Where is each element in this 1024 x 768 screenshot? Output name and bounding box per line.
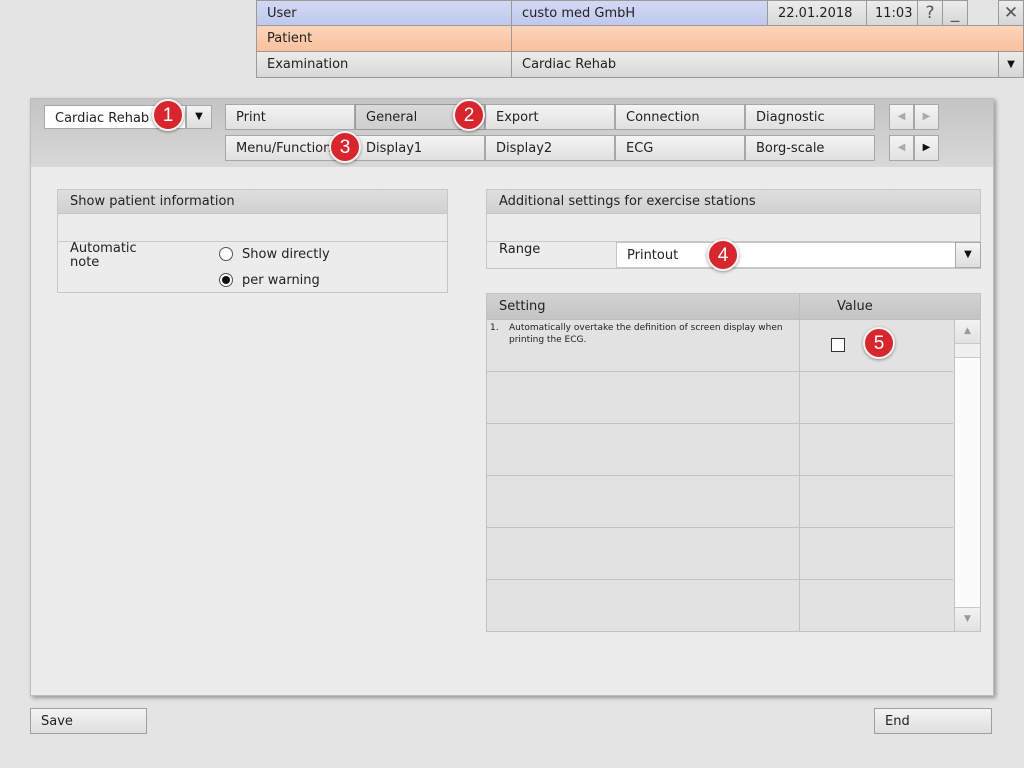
setting-cell [487, 580, 800, 631]
tabs-row2-next-button[interactable]: ▶ [914, 135, 939, 161]
tab-print[interactable]: Print [225, 104, 355, 130]
radio-per-warning-label: per warning [242, 273, 320, 288]
tab-display2[interactable]: Display2 [485, 135, 615, 161]
arrow-right-icon: ▶ [922, 142, 931, 153]
setting-cell: 1. Automatically overtake the definition… [487, 320, 800, 371]
setting-cell [487, 372, 800, 423]
patient-info-group: Show patient information Automatic note … [57, 189, 448, 293]
radio-per-warning-row[interactable]: per warning [218, 273, 358, 291]
scroll-down-button[interactable]: ▼ [955, 607, 980, 631]
annotation-badge-3: 3 [329, 131, 361, 163]
chevron-down-icon: ▼ [195, 111, 203, 122]
tabs-row1-next-button[interactable]: ▶ [914, 104, 939, 130]
table-scrollbar[interactable]: ▲ ▼ [954, 320, 980, 631]
end-button[interactable]: End [874, 708, 992, 734]
tab-display1[interactable]: Display1 [355, 135, 485, 161]
profile-dropdown-button[interactable]: ▼ [186, 105, 212, 129]
scroll-thumb[interactable] [955, 344, 980, 358]
setting-cell [487, 476, 800, 527]
column-header-value: Value [800, 294, 980, 320]
settings-panel: Cardiac Rehab ▼ Print General Export Con… [30, 98, 994, 696]
tab-connection[interactable]: Connection [615, 104, 745, 130]
table-row [487, 580, 953, 631]
arrow-up-icon: ▲ [964, 326, 971, 336]
patient-info-title: Show patient information [58, 190, 447, 214]
radio-show-directly-label: Show directly [242, 247, 330, 262]
close-icon: ✕ [1003, 3, 1019, 23]
tabs-row2-prev-button[interactable]: ◀ [889, 135, 914, 161]
row-number: 1. [490, 323, 499, 333]
chevron-down-icon: ▼ [964, 249, 972, 260]
chevron-down-icon: ▼ [1007, 59, 1015, 70]
annotation-badge-1: 1 [152, 99, 184, 131]
help-button[interactable]: ? [917, 0, 943, 26]
table-row [487, 424, 953, 476]
annotation-badge-2: 2 [453, 99, 485, 131]
exercise-settings-title: Additional settings for exercise station… [487, 190, 980, 214]
range-select[interactable]: Printout [616, 242, 956, 268]
tab-borg-scale[interactable]: Borg-scale [745, 135, 875, 161]
arrow-right-icon: ▶ [922, 111, 931, 122]
minimize-button[interactable]: _ [942, 0, 968, 26]
tab-diagnostic[interactable]: Diagnostic [745, 104, 875, 130]
time-display: 11:03 [866, 0, 918, 26]
radio-per-warning[interactable] [219, 273, 233, 287]
user-value: custo med GmbH [511, 0, 768, 26]
user-label: User [256, 0, 512, 26]
date-display: 22.01.2018 [767, 0, 867, 26]
tabs-row1-prev-button[interactable]: ◀ [889, 104, 914, 130]
table-row [487, 476, 953, 528]
automatic-note-label: Automatic note [70, 241, 137, 270]
arrow-left-icon: ◀ [897, 111, 906, 122]
value-checkbox[interactable] [831, 338, 845, 352]
examination-select[interactable]: Cardiac Rehab [511, 51, 999, 78]
annotation-badge-5: 5 [863, 327, 895, 359]
radio-show-directly[interactable] [219, 247, 233, 261]
setting-cell [487, 528, 800, 579]
column-header-setting: Setting [487, 294, 800, 320]
patient-value [511, 25, 1024, 52]
annotation-badge-4: 4 [707, 239, 739, 271]
range-label: Range [499, 242, 541, 257]
close-button[interactable]: ✕ [998, 0, 1024, 26]
settings-table: Setting Value 1. Automatically overtake … [486, 293, 981, 632]
radio-show-directly-row[interactable]: Show directly [218, 247, 358, 265]
patient-label: Patient [256, 25, 512, 52]
scroll-up-button[interactable]: ▲ [955, 320, 980, 344]
table-row [487, 372, 953, 424]
minimize-icon: _ [950, 3, 960, 23]
row-setting-text: Automatically overtake the definition of… [509, 323, 783, 345]
header: User custo med GmbH 22.01.2018 11:03 ? _… [256, 0, 1024, 78]
range-dropdown-button[interactable]: ▼ [955, 242, 981, 268]
tab-export[interactable]: Export [485, 104, 615, 130]
save-button[interactable]: Save [30, 708, 147, 734]
examination-label: Examination [256, 51, 512, 78]
table-row [487, 528, 953, 580]
help-icon: ? [925, 3, 935, 23]
setting-cell [487, 424, 800, 475]
arrow-left-icon: ◀ [897, 142, 906, 153]
arrow-down-icon: ▼ [964, 614, 971, 624]
tab-ecg[interactable]: ECG [615, 135, 745, 161]
examination-dropdown-button[interactable]: ▼ [998, 51, 1024, 78]
